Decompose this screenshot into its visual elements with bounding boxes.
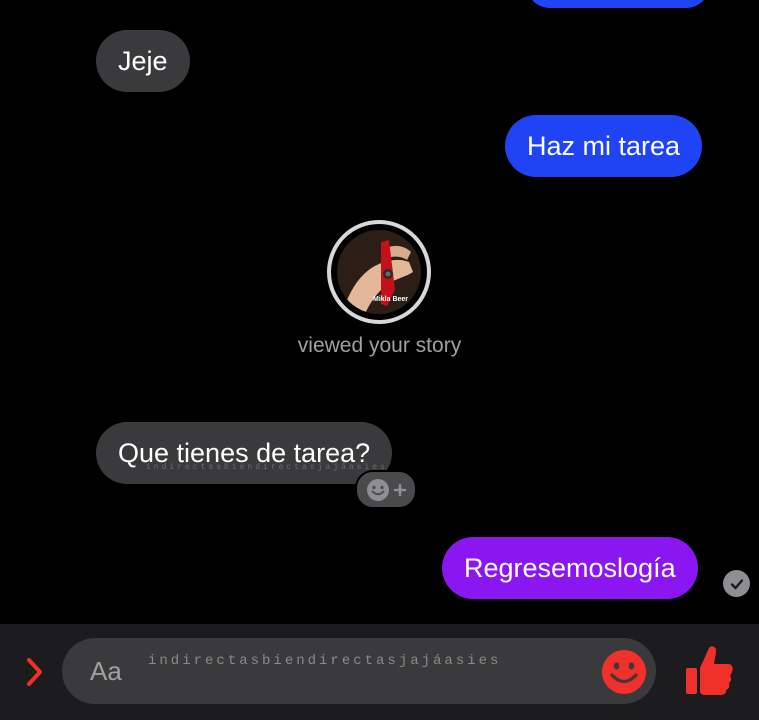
message-bubble-outgoing[interactable]: Regresemoslogía [442, 537, 698, 599]
like-button[interactable] [684, 644, 734, 696]
message-bubble-outgoing[interactable]: Haz mi tarea [505, 115, 703, 177]
add-reaction-button[interactable] [355, 470, 417, 509]
watermark-text: indirectasbiendirectasjajáasies [148, 653, 502, 669]
composer-bar: indirectasbiendirectasjajáasies [0, 624, 759, 720]
chevron-right-icon [27, 658, 42, 686]
message-text: Haz mi tarea [527, 131, 681, 161]
previous-outgoing-bubble[interactable] [526, 0, 710, 8]
message-text: Regresemoslogía [464, 553, 676, 583]
story-thumbnail: Mikla Beer [337, 230, 421, 314]
message-bubble-incoming[interactable]: Que tienes de tarea? indirectasbiendirec… [96, 422, 393, 484]
story-caption: viewed your story [297, 334, 462, 357]
add-reaction-icon [367, 478, 389, 501]
sent-check-icon [723, 570, 750, 597]
story-viewer-avatar[interactable]: Mikla Beer [327, 220, 431, 324]
story-thumbnail-label: Mikla Beer [373, 296, 409, 303]
smiley-icon [602, 650, 646, 694]
message-composer: indirectasbiendirectasjajáasies [62, 638, 656, 704]
emoji-button[interactable] [600, 648, 648, 696]
watermark-text: indirectasbiendirectasjajáasies [146, 463, 388, 472]
thumbs-up-icon [686, 646, 733, 695]
message-text: Jeje [118, 46, 168, 76]
message-bubble-incoming[interactable]: Jeje [96, 30, 190, 92]
expand-actions-button[interactable] [20, 654, 50, 690]
plus-icon [393, 483, 407, 496]
message-input[interactable] [90, 638, 510, 704]
